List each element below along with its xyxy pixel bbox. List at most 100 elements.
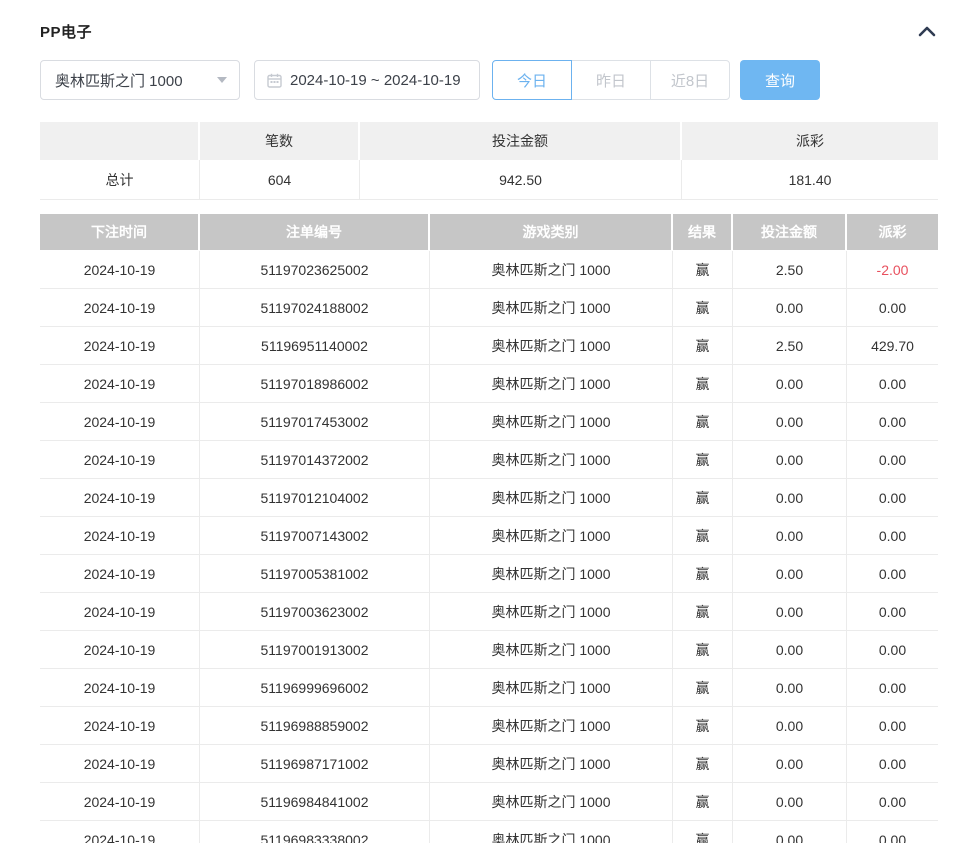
caret-down-icon <box>217 77 227 83</box>
summary-header-row: 笔数 投注金额 派彩 <box>40 122 938 160</box>
header-payout: 派彩 <box>847 214 938 251</box>
payout-cell: 0.00 <box>847 517 938 555</box>
search-button[interactable]: 查询 <box>740 60 820 100</box>
today-button[interactable]: 今日 <box>492 60 572 100</box>
table-row: 2024-10-19 51196983338002 奥林匹斯之门 1000 赢 … <box>40 821 938 843</box>
game-select[interactable]: 奥林匹斯之门 1000 <box>40 60 240 100</box>
game-category-cell: 奥林匹斯之门 1000 <box>430 365 673 403</box>
game-category-cell: 奥林匹斯之门 1000 <box>430 403 673 441</box>
payout-cell: -2.00 <box>847 251 938 289</box>
game-category-cell: 奥林匹斯之门 1000 <box>430 707 673 745</box>
payout-cell: 0.00 <box>847 289 938 327</box>
summary-table: 笔数 投注金额 派彩 总计 604 942.50 181.40 <box>40 122 938 200</box>
payout-cell: 0.00 <box>847 479 938 517</box>
result-cell: 赢 <box>673 517 733 555</box>
game-category-cell: 奥林匹斯之门 1000 <box>430 783 673 821</box>
header-bet-amount: 投注金额 <box>733 214 847 251</box>
summary-total-bet-amount: 942.50 <box>360 160 682 200</box>
summary-header-bet-amount: 投注金额 <box>360 122 682 160</box>
date-range-value: 2024-10-19 ~ 2024-10-19 <box>290 72 461 89</box>
bet-amount-cell: 2.50 <box>733 327 847 365</box>
table-row: 2024-10-19 51197024188002 奥林匹斯之门 1000 赢 … <box>40 289 938 327</box>
bet-id-cell: 51196999696002 <box>200 669 430 707</box>
bet-id-cell: 51197018986002 <box>200 365 430 403</box>
bet-amount-cell: 0.00 <box>733 707 847 745</box>
table-row: 2024-10-19 51197003623002 奥林匹斯之门 1000 赢 … <box>40 593 938 631</box>
date-range-input[interactable]: 2024-10-19 ~ 2024-10-19 <box>254 60 480 100</box>
result-cell: 赢 <box>673 327 733 365</box>
result-cell: 赢 <box>673 479 733 517</box>
bet-amount-cell: 0.00 <box>733 555 847 593</box>
payout-cell: 0.00 <box>847 365 938 403</box>
result-cell: 赢 <box>673 251 733 289</box>
header-bet-time: 下注时间 <box>40 214 200 251</box>
filter-bar: 奥林匹斯之门 1000 2024-10-19 ~ 2024-10-19 今日 昨… <box>40 60 938 100</box>
bet-amount-cell: 0.00 <box>733 517 847 555</box>
payout-cell: 0.00 <box>847 821 938 843</box>
table-row: 2024-10-19 51197005381002 奥林匹斯之门 1000 赢 … <box>40 555 938 593</box>
table-row: 2024-10-19 51196988859002 奥林匹斯之门 1000 赢 … <box>40 707 938 745</box>
bet-id-cell: 51197001913002 <box>200 631 430 669</box>
game-category-cell: 奥林匹斯之门 1000 <box>430 289 673 327</box>
header-game-category: 游戏类别 <box>430 214 673 251</box>
table-row: 2024-10-19 51197007143002 奥林匹斯之门 1000 赢 … <box>40 517 938 555</box>
collapse-chevron-up-icon[interactable] <box>916 22 938 40</box>
bet-amount-cell: 0.00 <box>733 593 847 631</box>
game-category-cell: 奥林匹斯之门 1000 <box>430 251 673 289</box>
header-result: 结果 <box>673 214 733 251</box>
bet-time-cell: 2024-10-19 <box>40 479 200 517</box>
bet-time-cell: 2024-10-19 <box>40 517 200 555</box>
table-row: 2024-10-19 51197001913002 奥林匹斯之门 1000 赢 … <box>40 631 938 669</box>
bet-id-cell: 51197005381002 <box>200 555 430 593</box>
bet-amount-cell: 0.00 <box>733 745 847 783</box>
result-cell: 赢 <box>673 555 733 593</box>
game-select-value: 奥林匹斯之门 1000 <box>55 70 211 91</box>
table-row: 2024-10-19 51196987171002 奥林匹斯之门 1000 赢 … <box>40 745 938 783</box>
bet-time-cell: 2024-10-19 <box>40 669 200 707</box>
result-cell: 赢 <box>673 669 733 707</box>
game-category-cell: 奥林匹斯之门 1000 <box>430 745 673 783</box>
last-8-days-button[interactable]: 近8日 <box>650 60 730 100</box>
game-category-cell: 奥林匹斯之门 1000 <box>430 517 673 555</box>
bet-time-cell: 2024-10-19 <box>40 783 200 821</box>
game-category-cell: 奥林匹斯之门 1000 <box>430 593 673 631</box>
bet-id-cell: 51196951140002 <box>200 327 430 365</box>
payout-cell: 0.00 <box>847 669 938 707</box>
payout-cell: 0.00 <box>847 441 938 479</box>
result-cell: 赢 <box>673 289 733 327</box>
result-cell: 赢 <box>673 403 733 441</box>
bet-time-cell: 2024-10-19 <box>40 593 200 631</box>
table-row: 2024-10-19 51196999696002 奥林匹斯之门 1000 赢 … <box>40 669 938 707</box>
bet-amount-cell: 0.00 <box>733 365 847 403</box>
yesterday-button[interactable]: 昨日 <box>571 60 651 100</box>
bet-amount-cell: 0.00 <box>733 479 847 517</box>
result-cell: 赢 <box>673 441 733 479</box>
result-cell: 赢 <box>673 821 733 843</box>
bet-amount-cell: 0.00 <box>733 783 847 821</box>
bet-time-cell: 2024-10-19 <box>40 441 200 479</box>
game-category-cell: 奥林匹斯之门 1000 <box>430 821 673 843</box>
bet-id-cell: 51197007143002 <box>200 517 430 555</box>
bet-id-cell: 51197017453002 <box>200 403 430 441</box>
bet-table-body: 2024-10-19 51197023625002 奥林匹斯之门 1000 赢 … <box>40 251 938 843</box>
bet-id-cell: 51197024188002 <box>200 289 430 327</box>
table-row: 2024-10-19 51197018986002 奥林匹斯之门 1000 赢 … <box>40 365 938 403</box>
bet-time-cell: 2024-10-19 <box>40 403 200 441</box>
calendar-icon <box>267 73 282 88</box>
bet-id-cell: 51197023625002 <box>200 251 430 289</box>
bet-time-cell: 2024-10-19 <box>40 631 200 669</box>
bet-records-table: 下注时间 注单编号 游戏类别 结果 投注金额 派彩 2024-10-19 511… <box>40 214 938 843</box>
result-cell: 赢 <box>673 593 733 631</box>
game-category-cell: 奥林匹斯之门 1000 <box>430 555 673 593</box>
bet-time-cell: 2024-10-19 <box>40 327 200 365</box>
bet-time-cell: 2024-10-19 <box>40 289 200 327</box>
bet-time-cell: 2024-10-19 <box>40 251 200 289</box>
summary-total-row: 总计 604 942.50 181.40 <box>40 160 938 200</box>
summary-total-count: 604 <box>200 160 360 200</box>
payout-cell: 0.00 <box>847 403 938 441</box>
pp-electronic-panel: PP电子 奥林匹斯之门 1000 <box>0 0 958 843</box>
bet-id-cell: 51196984841002 <box>200 783 430 821</box>
bet-id-cell: 51197012104002 <box>200 479 430 517</box>
game-category-cell: 奥林匹斯之门 1000 <box>430 441 673 479</box>
result-cell: 赢 <box>673 631 733 669</box>
